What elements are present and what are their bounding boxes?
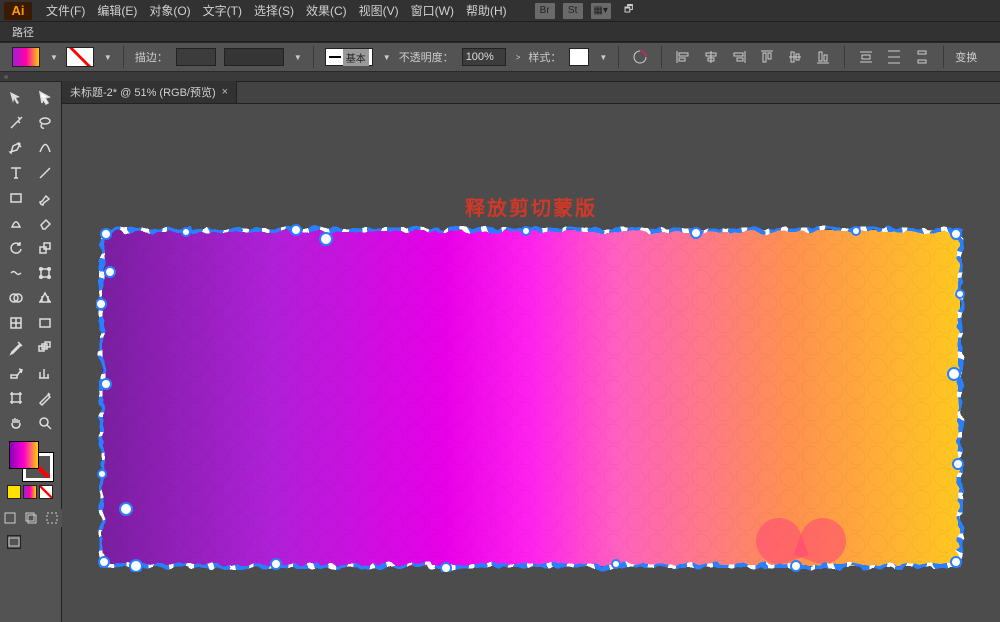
distribute-v-bottom-icon[interactable] [912, 48, 932, 66]
fill-stroke-indicator[interactable] [9, 441, 53, 481]
fill-dropdown-icon[interactable]: ▼ [50, 53, 58, 62]
menu-help[interactable]: 帮助(H) [460, 0, 513, 21]
symbol-sprayer-tool-icon[interactable] [2, 361, 30, 385]
selection-type-label: 路径 [12, 24, 34, 40]
menu-object[interactable]: 对象(O) [143, 0, 196, 21]
opacity-label: 不透明度： [399, 49, 454, 65]
menu-view[interactable]: 视图(V) [353, 0, 405, 21]
direct-selection-tool-icon[interactable] [31, 86, 59, 110]
shaper-tool-icon[interactable] [2, 211, 30, 235]
pen-tool-icon[interactable] [2, 136, 30, 160]
align-right-icon[interactable] [729, 48, 749, 66]
document-tab-title: 未标题-2* @ 51% (RGB/预览) [70, 84, 216, 100]
draw-mode-group [0, 509, 62, 527]
menu-effect[interactable]: 效果(C) [300, 0, 353, 21]
options-bar: ▼ ▼ 描边： ▼ 基本 ▼ 不透明度： > 样式： ▼ 变换 [0, 42, 1000, 72]
align-left-icon[interactable] [673, 48, 693, 66]
scale-tool-icon[interactable] [31, 236, 59, 260]
opacity-caret-icon[interactable]: > [516, 53, 521, 62]
draw-inside-icon[interactable] [42, 509, 62, 527]
draw-normal-icon[interactable] [0, 509, 20, 527]
lasso-tool-icon[interactable] [31, 111, 59, 135]
bridge-icon[interactable]: Br [535, 3, 555, 19]
fill-swatch[interactable] [12, 47, 40, 67]
perspective-grid-tool-icon[interactable] [31, 286, 59, 310]
blend-tool-icon[interactable] [31, 336, 59, 360]
menu-window[interactable]: 窗口(W) [405, 0, 460, 21]
color-solid-icon[interactable] [7, 485, 21, 499]
stroke-weight-input[interactable] [176, 48, 216, 66]
menu-edit[interactable]: 编辑(E) [91, 0, 143, 21]
arrange-documents-icon[interactable]: ▦▾ [591, 3, 611, 19]
line-tool-icon[interactable] [31, 161, 59, 185]
document-tab-bar: 未标题-2* @ 51% (RGB/预览) × [62, 82, 1000, 104]
menu-bar: Ai 文件(F) 编辑(E) 对象(O) 文字(T) 选择(S) 效果(C) 视… [0, 0, 1000, 22]
eyedropper-tool-icon[interactable] [2, 336, 30, 360]
close-tab-icon[interactable]: × [222, 86, 228, 98]
selection-tool-icon[interactable] [2, 86, 30, 110]
document-tab[interactable]: 未标题-2* @ 51% (RGB/预览) × [62, 81, 237, 103]
annotation-text: 释放剪切蒙版 [465, 192, 597, 221]
color-mode-row [7, 485, 55, 499]
slice-tool-icon[interactable] [31, 386, 59, 410]
color-panel [0, 441, 62, 549]
stroke-profile-caret-icon[interactable]: ▼ [294, 53, 302, 62]
canvas[interactable]: 释放剪切蒙版 [62, 104, 1000, 622]
shape-builder-tool-icon[interactable] [2, 286, 30, 310]
stroke-weight-label: 描边： [135, 49, 168, 65]
gradient-tool-icon[interactable] [31, 311, 59, 335]
stroke-swatch[interactable] [66, 47, 94, 67]
menu-type[interactable]: 文字(T) [197, 0, 248, 21]
curvature-tool-icon[interactable] [31, 136, 59, 160]
align-hcenter-icon[interactable] [701, 48, 721, 66]
column-graph-tool-icon[interactable] [31, 361, 59, 385]
free-transform-tool-icon[interactable] [31, 261, 59, 285]
rectangle-tool-icon[interactable] [2, 186, 30, 210]
toolbox [0, 82, 62, 622]
type-tool-icon[interactable] [2, 161, 30, 185]
rotate-tool-icon[interactable] [2, 236, 30, 260]
selected-artwork[interactable] [96, 224, 966, 572]
stroke-profile-dropdown[interactable] [224, 48, 284, 66]
zoom-tool-icon[interactable] [31, 411, 59, 435]
transform-button[interactable]: 变换 [955, 49, 977, 65]
selection-type-bar: 路径 [0, 22, 1000, 42]
align-top-icon[interactable] [757, 48, 777, 66]
magic-wand-tool-icon[interactable] [2, 111, 30, 135]
gpu-preview-icon[interactable]: 🗗 [619, 3, 639, 19]
gradient-fill [102, 230, 960, 566]
hand-tool-icon[interactable] [2, 411, 30, 435]
align-vcenter-icon[interactable] [785, 48, 805, 66]
stroke-dropdown-icon[interactable]: ▼ [104, 53, 112, 62]
color-gradient-icon[interactable] [23, 485, 37, 499]
recolor-icon[interactable] [630, 48, 650, 66]
fill-color-box[interactable] [9, 441, 39, 469]
align-bottom-icon[interactable] [813, 48, 833, 66]
paintbrush-tool-icon[interactable] [31, 186, 59, 210]
distribute-v-center-icon[interactable] [884, 48, 904, 66]
mesh-tool-icon[interactable] [2, 311, 30, 335]
distribute-v-top-icon[interactable] [856, 48, 876, 66]
draw-behind-icon[interactable] [21, 509, 41, 527]
graphic-style-swatch[interactable] [569, 48, 589, 66]
menu-select[interactable]: 选择(S) [248, 0, 300, 21]
app-logo: Ai [4, 2, 32, 20]
width-tool-icon[interactable] [2, 261, 30, 285]
style-label: 样式： [528, 49, 561, 65]
watermark-shape [756, 518, 846, 560]
color-none-icon[interactable] [39, 485, 53, 499]
menu-file[interactable]: 文件(F) [40, 0, 91, 21]
artboard-tool-icon[interactable] [2, 386, 30, 410]
stock-icon[interactable]: St [563, 3, 583, 19]
opacity-input[interactable] [462, 48, 506, 66]
brush-basic-label: 基本 [343, 49, 369, 66]
style-caret-icon[interactable]: ▼ [599, 53, 607, 62]
eraser-tool-icon[interactable] [31, 211, 59, 235]
brush-caret-icon[interactable]: ▼ [383, 53, 391, 62]
screen-mode-button[interactable] [7, 535, 55, 549]
brush-definition-dropdown[interactable]: 基本 [325, 48, 373, 66]
